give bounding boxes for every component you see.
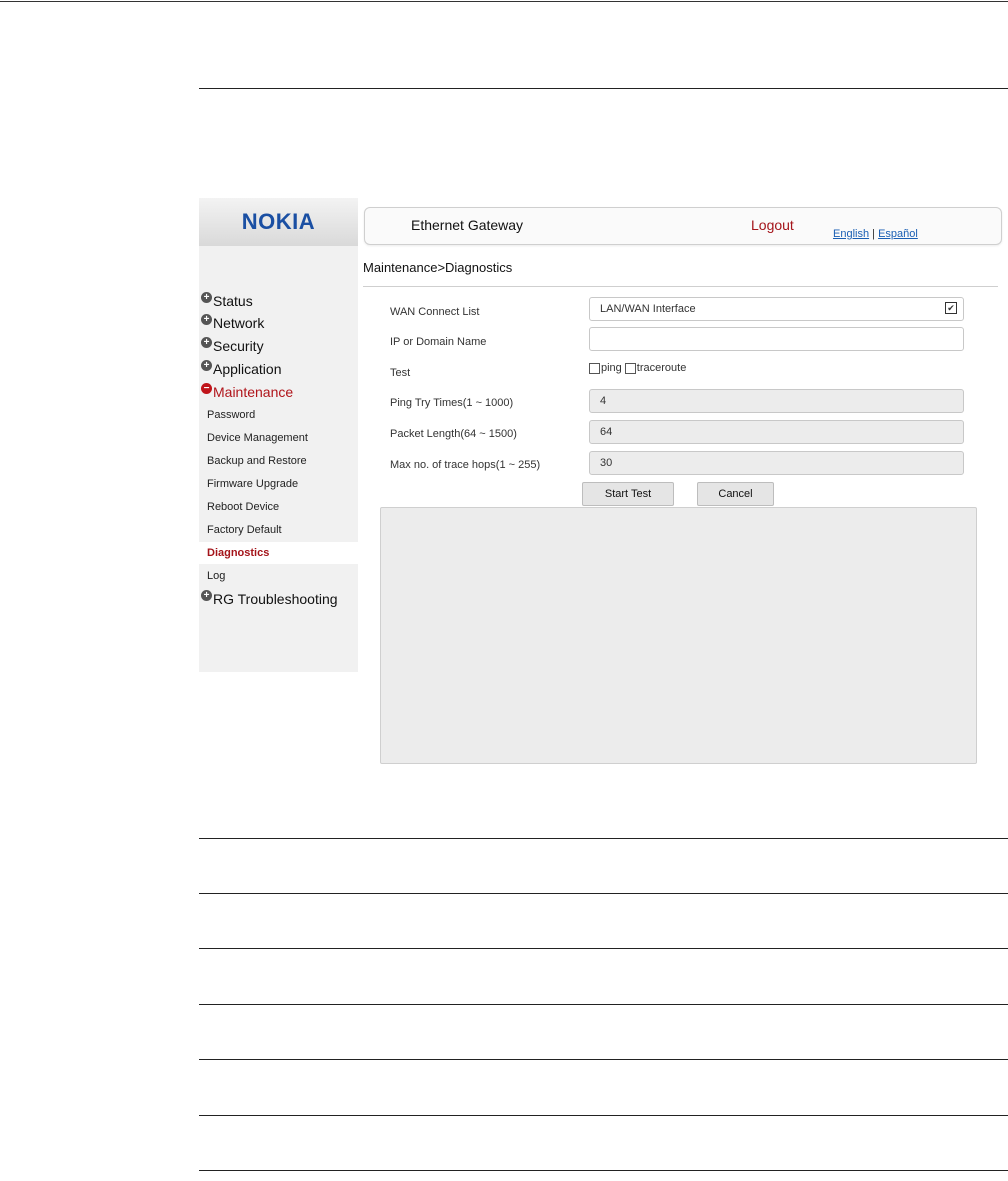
breadcrumb-divider [363,286,998,287]
chevron-down-icon[interactable]: ✔ [945,302,957,314]
wan-connect-label: WAN Connect List [390,306,480,318]
traceroute-label: traceroute [636,362,687,374]
table-rule [199,838,1008,839]
sidebar-subitem-reboot-device[interactable]: Reboot Device [199,496,358,518]
sidebar-subitem-log[interactable]: Log [199,565,358,587]
lang-english-link[interactable]: English [833,228,869,240]
diagnostics-result-area[interactable] [380,507,977,764]
plus-icon: + [201,589,212,601]
sidebar-item-label: Application [213,361,282,377]
table-rule [199,1170,1008,1171]
sidebar-item-rg-troubleshooting[interactable]: + RG Troubleshooting [201,588,338,610]
sidebar-item-label: Maintenance [213,384,294,400]
ip-domain-input[interactable] [589,327,964,351]
sidebar-item-network[interactable]: + Network [201,312,264,334]
minus-icon: − [201,382,212,394]
language-switcher: English | Español [833,228,918,240]
packet-length-input[interactable]: 64 [589,420,964,444]
top-header: Ethernet Gateway Logout English | Españo… [364,207,1002,245]
sidebar-item-security[interactable]: + Security [201,335,264,357]
table-rule [199,1059,1008,1060]
gateway-app: NOKIA + Status + Network + Security + Applic… [199,198,1008,768]
nokia-logo: NOKIA [241,209,316,234]
ping-try-times-input[interactable]: 4 [589,389,964,413]
lang-separator: | [872,228,875,240]
table-rule [199,893,1008,894]
max-trace-hops-label: Max no. of trace hops(1 ~ 255) [390,459,541,471]
sidebar-subitem-device-management[interactable]: Device Management [199,427,358,449]
sidebar-item-label: Status [213,293,253,309]
header-rule [199,88,1008,89]
ping-checkbox[interactable] [589,362,600,374]
ping-try-times-label: Ping Try Times(1 ~ 1000) [390,397,514,409]
sidebar-item-label: Security [213,338,264,354]
sidebar-item-application[interactable]: + Application [201,358,282,380]
traceroute-checkbox[interactable] [624,362,636,374]
plus-icon: + [201,336,212,348]
cancel-button[interactable]: Cancel [697,482,774,506]
sidebar-item-label: RG Troubleshooting [213,591,338,607]
sidebar-subitem-firmware-upgrade[interactable]: Firmware Upgrade [199,473,358,495]
lang-spanish-link[interactable]: Español [878,228,918,240]
sidebar-subitem-password[interactable]: Password [199,404,358,426]
table-rule [199,948,1008,949]
product-name: Ethernet Gateway [411,217,524,233]
top-border-rule [0,1,1008,2]
plus-icon: + [201,359,212,371]
plus-icon: + [201,291,212,303]
logout-link[interactable]: Logout [751,217,794,233]
packet-length-label: Packet Length(64 ~ 1500) [390,428,517,440]
max-trace-hops-input[interactable]: 30 [589,451,964,475]
sidebar-subitem-diagnostics[interactable]: Diagnostics [199,542,358,564]
start-test-button[interactable]: Start Test [582,482,674,506]
wan-connect-value: LAN/WAN Interface [600,303,696,315]
sidebar-subitem-factory-default[interactable]: Factory Default [199,519,358,541]
wan-connect-select[interactable]: LAN/WAN Interface ✔ [589,297,964,321]
ip-domain-label: IP or Domain Name [390,336,487,348]
sidebar-item-maintenance[interactable]: − Maintenance [201,381,293,403]
plus-icon: + [201,313,212,325]
test-options: ping traceroute [589,362,686,374]
sidebar-item-status[interactable]: + Status [201,290,253,312]
table-rule [199,1004,1008,1005]
logo-area: NOKIA [199,198,358,246]
test-label: Test [390,367,411,379]
sidebar-item-label: Network [213,315,265,331]
breadcrumb: Maintenance>Diagnostics [363,260,513,275]
ping-label: ping [601,362,622,374]
sidebar-subitem-backup-restore[interactable]: Backup and Restore [199,450,358,472]
table-rule [199,1115,1008,1116]
